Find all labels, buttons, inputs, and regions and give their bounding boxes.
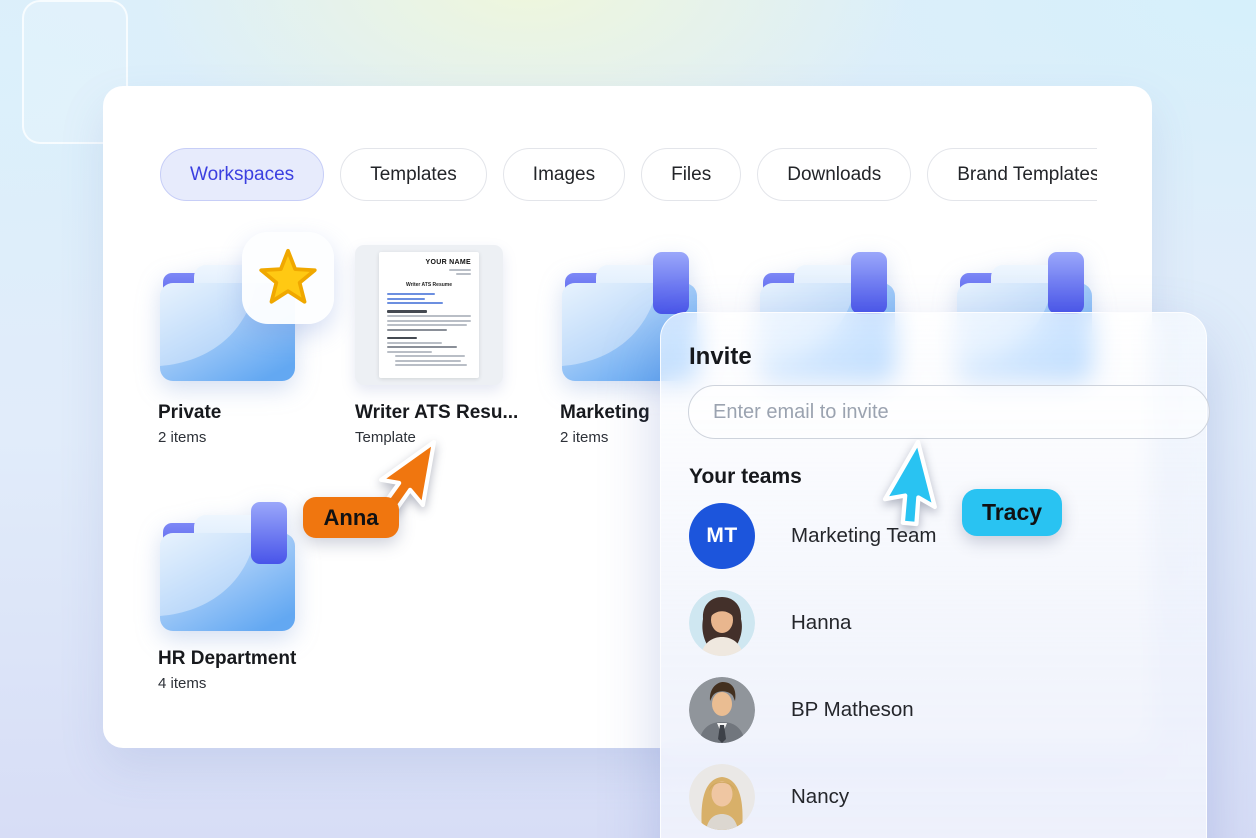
folder-card-private[interactable]: Private 2 items: [158, 240, 358, 455]
tab-templates[interactable]: Templates: [340, 148, 487, 201]
tab-bar: Workspaces Templates Images Files Downlo…: [160, 148, 1097, 202]
favorite-star-icon: [257, 247, 319, 309]
template-title: Writer ATS Resu...: [355, 402, 518, 424]
tab-workspaces[interactable]: Workspaces: [160, 148, 324, 201]
invite-email-input[interactable]: [688, 385, 1210, 439]
folder-icon: [158, 502, 298, 632]
resume-doc-name: YOUR NAME: [387, 259, 471, 266]
tab-files[interactable]: Files: [641, 148, 741, 201]
template-card-writer-ats[interactable]: YOUR NAME Writer ATS Resume: [355, 240, 555, 455]
folder-count: 2 items: [560, 429, 608, 446]
resume-thumbnail: YOUR NAME Writer ATS Resume: [355, 245, 503, 385]
folder-title: HR Department: [158, 648, 296, 670]
tab-downloads[interactable]: Downloads: [757, 148, 911, 201]
favorite-star-badge[interactable]: [242, 232, 334, 324]
resume-page: YOUR NAME Writer ATS Resume: [379, 252, 479, 378]
folder-title: Private: [158, 402, 221, 424]
cursor-anna-label: Anna: [303, 497, 399, 538]
cursor-tracy-label: Tracy: [962, 489, 1062, 536]
tab-brand-templates[interactable]: Brand Templates: [927, 148, 1097, 201]
avatar-hanna: [689, 590, 755, 656]
team-row-nancy[interactable]: Nancy: [689, 764, 1159, 830]
team-row-hanna[interactable]: Hanna: [689, 590, 1159, 656]
avatar-marketing-team: MT: [689, 503, 755, 569]
resume-doc-heading: Writer ATS Resume: [387, 282, 471, 288]
team-name: BP Matheson: [791, 698, 914, 722]
invite-title: Invite: [689, 343, 752, 371]
your-teams-heading: Your teams: [689, 465, 802, 489]
invite-panel: Invite Your teams MT Marketing Team Hann…: [660, 312, 1207, 838]
team-name: Nancy: [791, 785, 849, 809]
background: Workspaces Templates Images Files Downlo…: [0, 0, 1256, 838]
team-name: Hanna: [791, 611, 851, 635]
folder-count: 4 items: [158, 675, 206, 692]
tab-images[interactable]: Images: [503, 148, 625, 201]
avatar-bp-matheson: [689, 677, 755, 743]
folder-title: Marketing: [560, 402, 650, 424]
folder-count: 2 items: [158, 429, 206, 446]
team-row-bp-matheson[interactable]: BP Matheson: [689, 677, 1159, 743]
avatar-nancy: [689, 764, 755, 830]
